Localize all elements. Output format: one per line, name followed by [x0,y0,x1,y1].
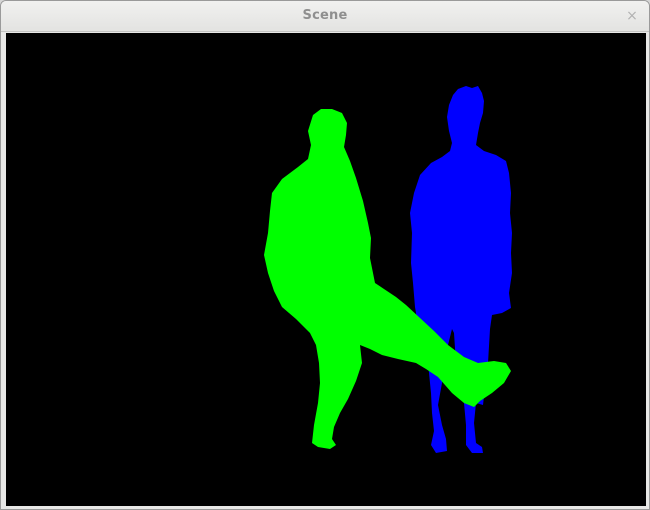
scene-window: Scene × [0,0,650,510]
window-title: Scene [302,8,348,23]
segmentation-view [264,86,512,453]
title-bar[interactable]: Scene × [1,1,649,32]
scene-canvas [6,33,646,506]
close-icon[interactable]: × [623,7,641,25]
